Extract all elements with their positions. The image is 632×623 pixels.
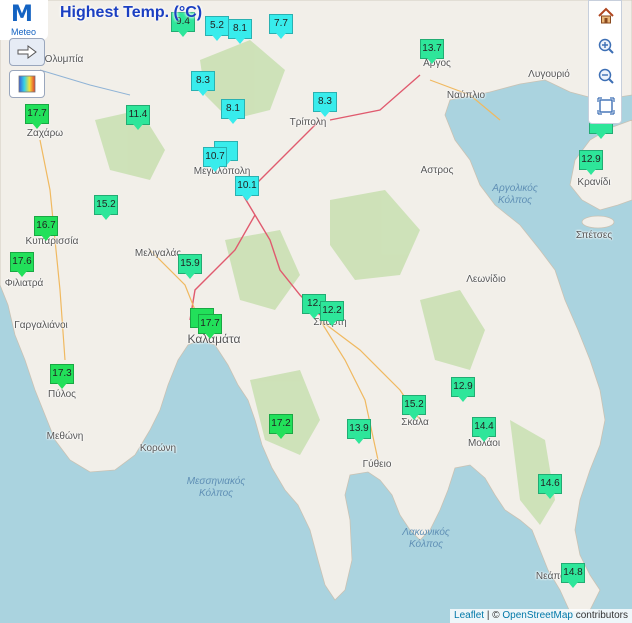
color-palette-icon xyxy=(18,75,36,93)
station-marker[interactable]: 10.1 xyxy=(235,176,259,201)
zoom-out-button[interactable] xyxy=(593,63,619,89)
zoom-in-icon xyxy=(598,38,614,54)
station-marker[interactable]: 11.4 xyxy=(126,105,150,130)
station-marker[interactable]: 8.3 xyxy=(191,71,215,96)
zoom-in-button[interactable] xyxy=(593,33,619,59)
station-marker[interactable]: 15.2 xyxy=(94,195,118,220)
station-marker[interactable]: 14.4 xyxy=(472,417,496,442)
attribution: Leaflet | © OpenStreetMap contributors xyxy=(450,609,632,623)
station-marker[interactable]: 13.7 xyxy=(420,39,444,64)
fit-bounds-button[interactable] xyxy=(593,93,619,119)
station-marker[interactable]: 14.6 xyxy=(538,474,562,499)
station-marker[interactable]: 16.7 xyxy=(34,216,58,241)
station-marker[interactable]: 12.9 xyxy=(451,377,475,402)
station-marker[interactable]: 17.7 xyxy=(25,104,49,129)
island-spetses xyxy=(581,215,615,229)
station-marker[interactable]: 12.2 xyxy=(320,301,344,326)
station-marker[interactable]: 7.7 xyxy=(269,14,293,39)
station-marker[interactable]: 15.9 xyxy=(178,254,202,279)
map[interactable]: { "title": "Highest Temp. (°C)", "logo":… xyxy=(0,0,632,623)
fit-bounds-icon xyxy=(597,97,615,115)
station-marker[interactable]: 8.1 xyxy=(228,19,252,44)
home-icon xyxy=(598,7,614,24)
station-marker[interactable]: 10.7 xyxy=(203,147,227,172)
station-marker[interactable]: 14.8 xyxy=(561,563,585,588)
station-marker[interactable]: 17.2 xyxy=(269,414,293,439)
station-marker[interactable]: 17.6 xyxy=(10,252,34,277)
station-marker[interactable]: 13.9 xyxy=(347,419,371,444)
next-layer-button[interactable] xyxy=(9,38,45,66)
station-marker[interactable]: 17.7 xyxy=(198,314,222,339)
meteo-logo[interactable]: M Meteo xyxy=(0,0,48,40)
meteo-logo-text: Meteo xyxy=(11,27,37,37)
station-marker[interactable]: 8.3 xyxy=(313,92,337,117)
station-marker[interactable]: 17.3 xyxy=(50,364,74,389)
home-button[interactable] xyxy=(593,3,619,29)
attribution-separator: | © xyxy=(484,610,503,621)
meteo-logo-icon: M xyxy=(11,2,33,27)
map-control-panel xyxy=(588,0,622,124)
leaflet-link[interactable]: Leaflet xyxy=(454,610,484,621)
station-marker[interactable]: 8.1 xyxy=(221,99,245,124)
station-marker[interactable]: 12.9 xyxy=(579,150,603,175)
attribution-suffix: contributors xyxy=(572,610,628,621)
station-marker[interactable]: 5.2 xyxy=(205,16,229,41)
zoom-out-icon xyxy=(598,68,614,84)
map-title: Highest Temp. (°C) xyxy=(60,4,203,21)
arrow-right-icon xyxy=(17,45,37,59)
color-scale-button[interactable] xyxy=(9,70,45,98)
osm-link[interactable]: OpenStreetMap xyxy=(502,610,573,621)
station-marker[interactable]: 15.2 xyxy=(402,395,426,420)
